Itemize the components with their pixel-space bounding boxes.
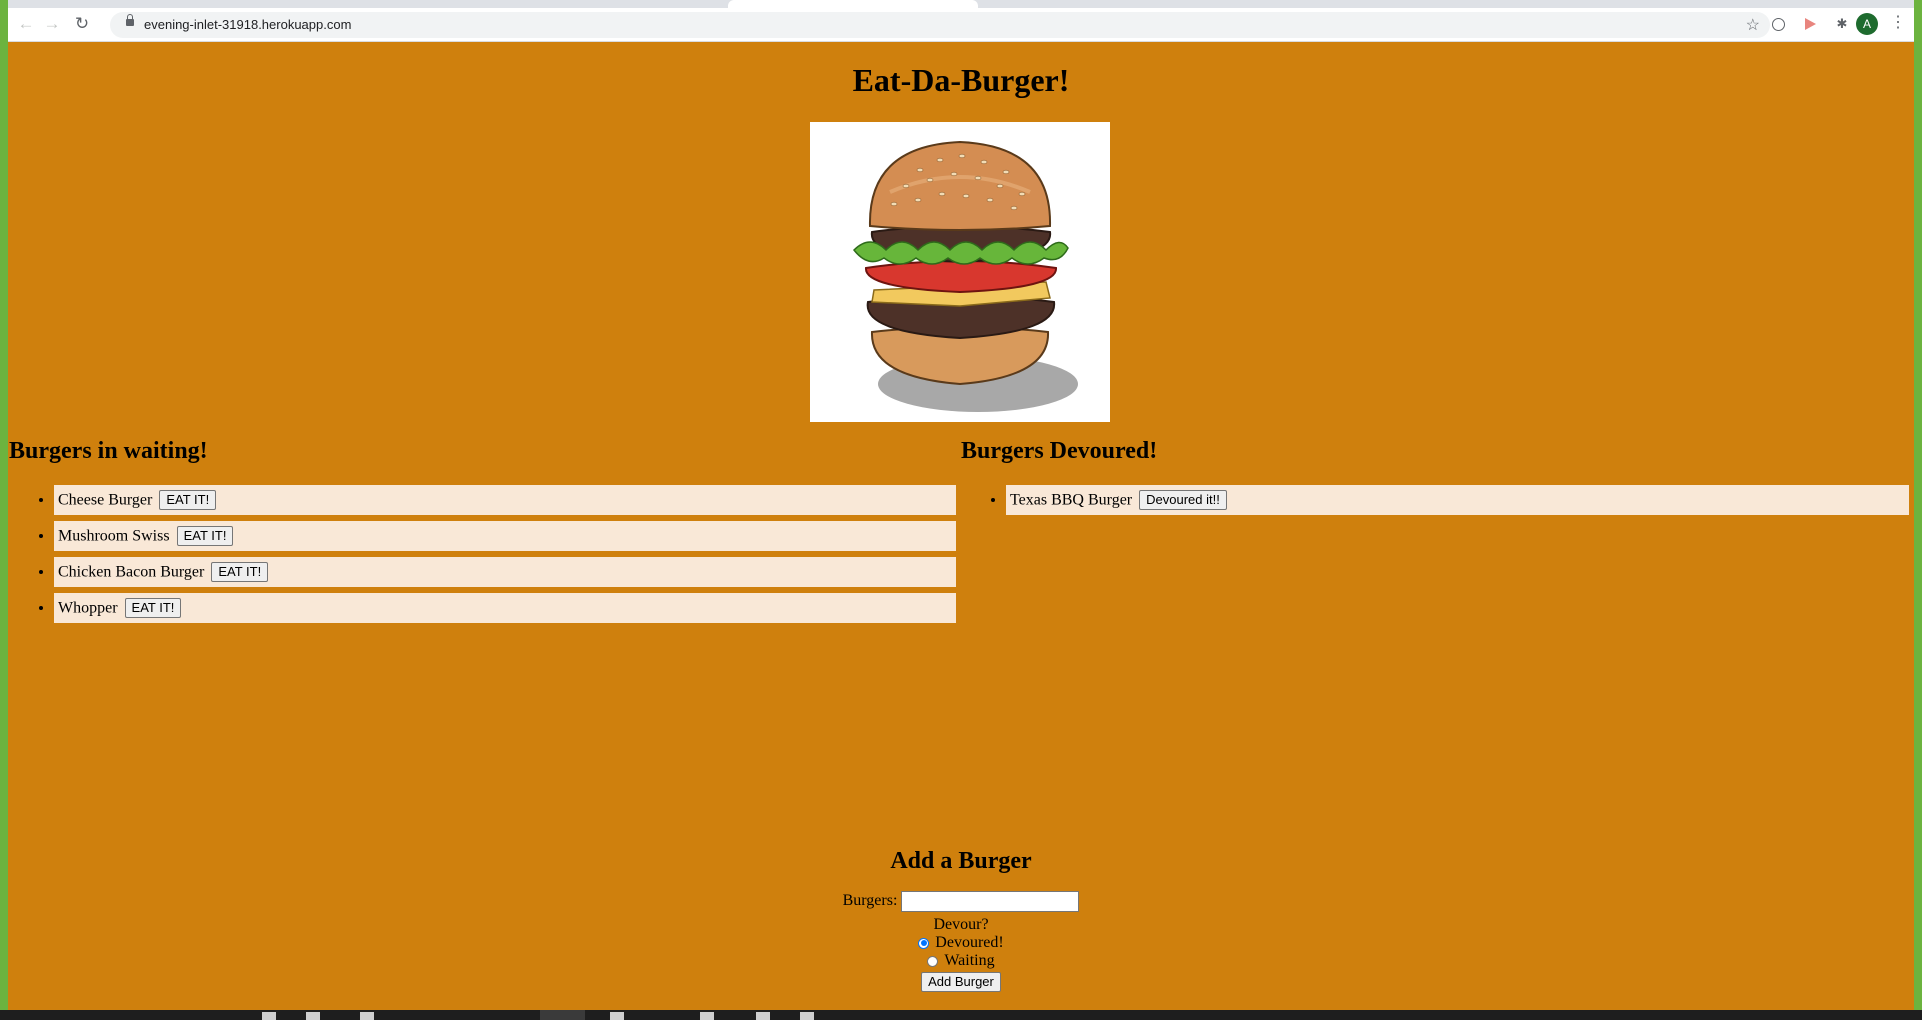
address-bar[interactable]: evening-inlet-31918.herokuapp.com ☆ — [110, 12, 1770, 38]
taskbar-item[interactable] — [360, 1012, 374, 1020]
page-title: Eat-Da-Burger! — [852, 62, 1070, 98]
burger-name: Cheese Burger — [58, 491, 153, 509]
tab-strip — [8, 0, 1914, 8]
taskbar-item[interactable] — [756, 1012, 770, 1020]
waiting-list: Cheese Burger EAT IT! Mushroom Swiss EAT… — [9, 485, 956, 623]
reload-icon[interactable]: ↻ — [70, 12, 94, 36]
burger-image — [810, 122, 1110, 422]
list-item: Cheese Burger EAT IT! — [54, 485, 956, 515]
taskbar-item[interactable] — [262, 1012, 276, 1020]
waiting-heading: Burgers in waiting! — [9, 438, 208, 464]
burgers-field-row: Burgers: — [8, 891, 1914, 912]
taskbar — [0, 1010, 1922, 1020]
eat-it-button[interactable]: EAT IT! — [124, 598, 182, 619]
add-burger-form: Add a Burger Burgers: Devour? Devoured! … — [8, 848, 1914, 992]
waiting-radio[interactable] — [927, 955, 939, 967]
waiting-option-label: Waiting — [944, 952, 995, 969]
eat-it-button[interactable]: EAT IT! — [176, 526, 234, 547]
devour-label: Devour? — [933, 916, 989, 933]
list-item: Whopper EAT IT! — [54, 593, 956, 623]
page-content: Eat-Da-Burger! Burgers in waiting! • Che… — [8, 42, 1914, 1010]
submit-row: Add Burger — [8, 972, 1914, 992]
taskbar-active-item[interactable] — [540, 1010, 585, 1020]
devoured-list: Texas BBQ Burger Devoured it!! — [961, 485, 1909, 515]
burger-name: Mushroom Swiss — [58, 527, 170, 545]
burger-name: Whopper — [58, 599, 118, 617]
taskbar-item[interactable] — [610, 1012, 624, 1020]
browser-window: ← → ↻ evening-inlet-31918.herokuapp.com … — [0, 0, 1922, 1010]
eat-it-button[interactable]: EAT IT! — [211, 562, 269, 583]
extensions-puzzle-icon[interactable]: ✱ — [1832, 14, 1852, 34]
waiting-option[interactable]: Waiting — [8, 952, 1914, 970]
eat-it-button[interactable]: EAT IT! — [159, 490, 217, 511]
burger-name: Texas BBQ Burger — [1010, 491, 1133, 509]
extension-red-arrow-icon[interactable] — [1800, 14, 1820, 34]
forward-icon[interactable]: → — [40, 12, 64, 36]
browser-menu-icon[interactable]: ⋮ — [1890, 12, 1906, 32]
devoured-option-label: Devoured! — [935, 934, 1004, 951]
url-text[interactable]: evening-inlet-31918.herokuapp.com — [144, 17, 351, 32]
burger-name: Chicken Bacon Burger — [58, 563, 205, 581]
taskbar-item[interactable] — [306, 1012, 320, 1020]
back-icon[interactable]: ← — [14, 12, 38, 36]
devoured-radio[interactable] — [918, 937, 930, 949]
list-item: Chicken Bacon Burger EAT IT! — [54, 557, 956, 587]
active-tab[interactable] — [728, 0, 978, 8]
profile-avatar[interactable]: A — [1856, 13, 1878, 35]
add-burger-heading: Add a Burger — [890, 848, 1032, 874]
list-item: Texas BBQ Burger Devoured it!! — [1006, 485, 1909, 515]
taskbar-item[interactable] — [700, 1012, 714, 1020]
devoured-column: Burgers Devoured! Texas BBQ Burger Devou… — [961, 438, 1909, 521]
devoured-it-button[interactable]: Devoured it!! — [1139, 490, 1227, 511]
waiting-column: Burgers in waiting! Cheese Burger EAT IT… — [9, 438, 956, 629]
add-burger-button[interactable]: Add Burger — [921, 972, 1001, 992]
lock-icon — [126, 14, 134, 26]
bookmark-star-icon[interactable]: ☆ — [1746, 15, 1760, 35]
taskbar-item[interactable] — [800, 1012, 814, 1020]
list-item: Mushroom Swiss EAT IT! — [54, 521, 956, 551]
burger-name-input[interactable] — [901, 891, 1080, 912]
devoured-option[interactable]: Devoured! — [8, 934, 1914, 952]
devoured-heading: Burgers Devoured! — [961, 438, 1158, 464]
browser-toolbar: ← → ↻ evening-inlet-31918.herokuapp.com … — [8, 8, 1914, 42]
extension-circle-icon[interactable] — [1768, 14, 1788, 34]
burgers-label: Burgers: — [842, 892, 898, 910]
